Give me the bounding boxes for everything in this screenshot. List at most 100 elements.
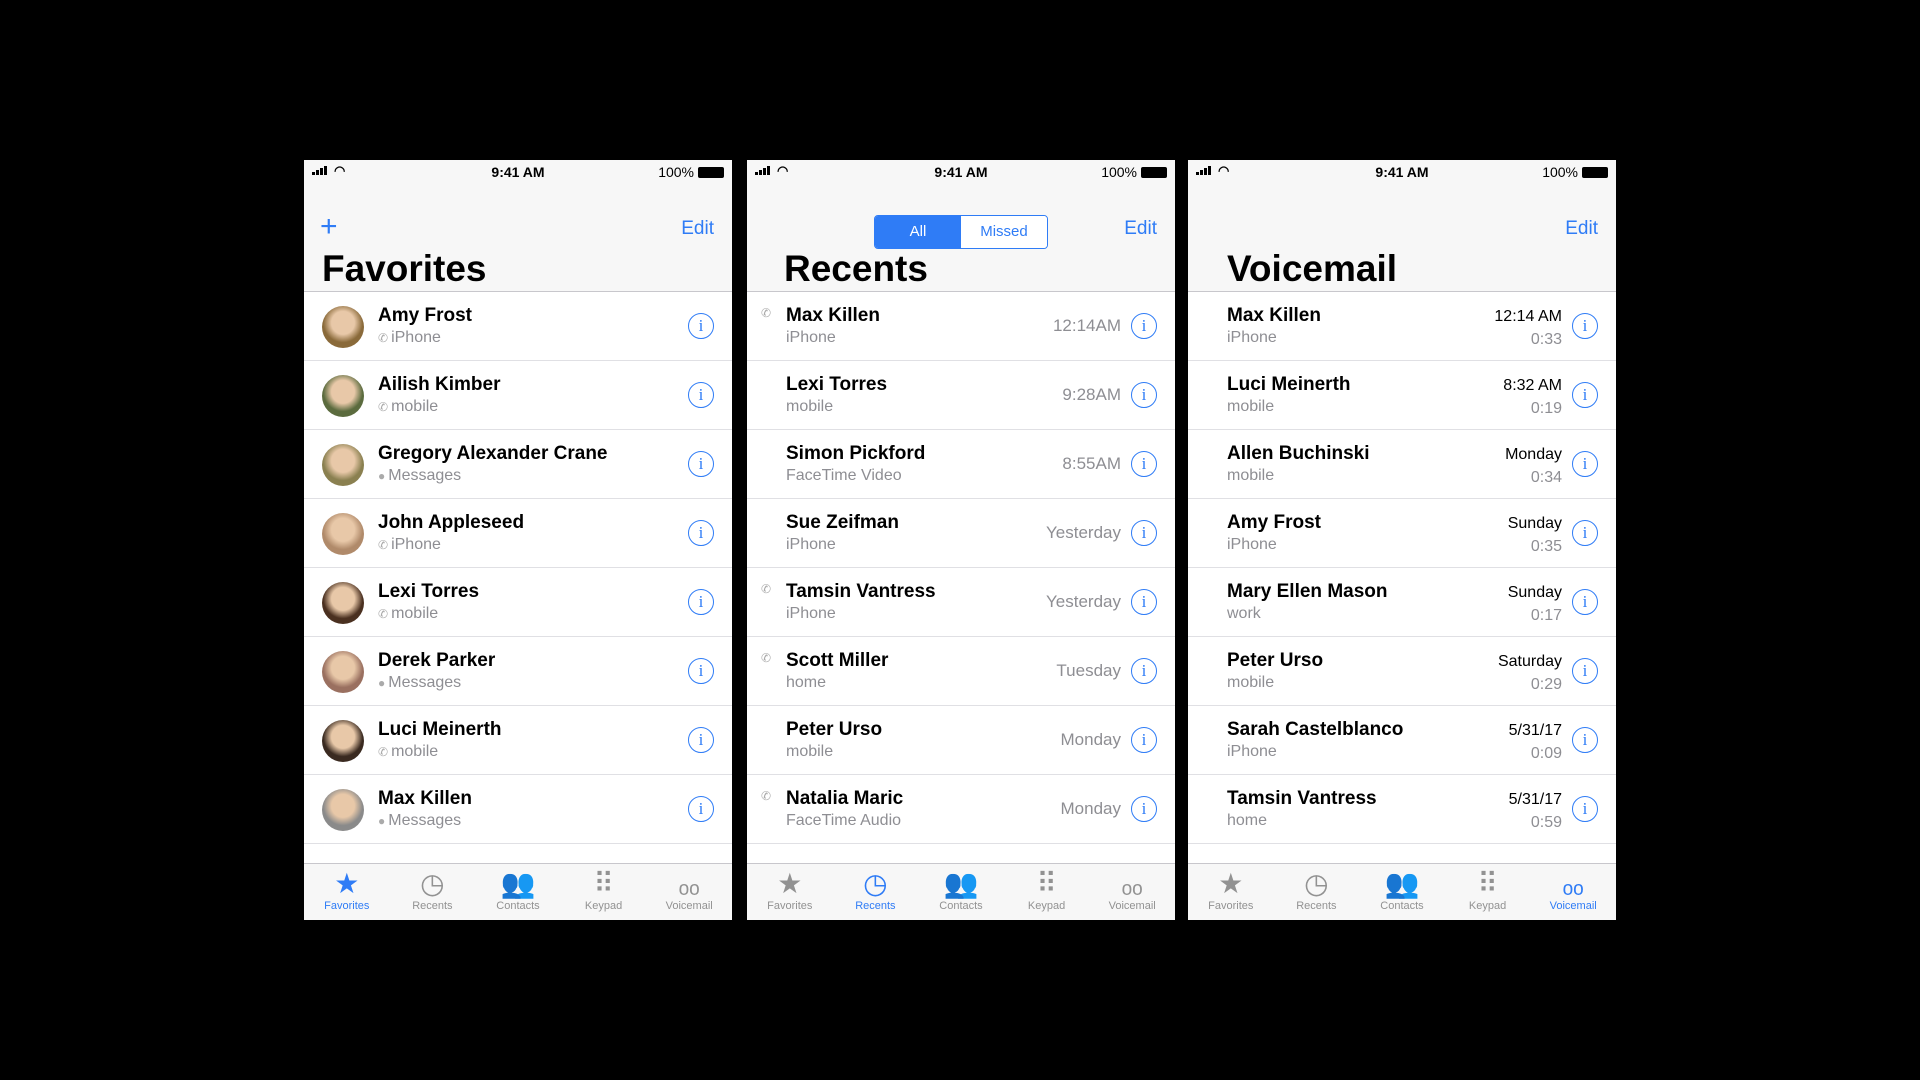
segment-all[interactable]: All xyxy=(875,216,961,248)
favorite-row[interactable]: Gregory Alexander Crane ● Messages i xyxy=(304,430,732,499)
segment-missed[interactable]: Missed xyxy=(961,216,1047,248)
info-button[interactable]: i xyxy=(688,796,714,822)
edit-button[interactable]: Edit xyxy=(681,218,714,240)
avatar xyxy=(322,306,364,348)
info-button[interactable]: i xyxy=(1572,382,1598,408)
info-button[interactable]: i xyxy=(1572,796,1598,822)
info-button[interactable]: i xyxy=(1572,313,1598,339)
status-bar: ◠ 9:41 AM 100% xyxy=(304,160,732,184)
info-button[interactable]: i xyxy=(1572,727,1598,753)
recent-call-row[interactable]: Sue Zeifman iPhone Yesterday i xyxy=(747,499,1175,568)
voicemail-date: 5/31/17 xyxy=(1508,791,1562,808)
voicemail-row[interactable]: Max Killen iPhone 12:14 AM 0:33 i xyxy=(1188,292,1616,361)
edit-button[interactable]: Edit xyxy=(1124,218,1157,240)
tab-keypad[interactable]: ⠿ Keypad xyxy=(1004,864,1090,920)
recent-call-row[interactable]: ✆ Tamsin Vantress iPhone Yesterday i xyxy=(747,568,1175,637)
voicemail-date: Sunday xyxy=(1507,515,1562,532)
info-button[interactable]: i xyxy=(688,313,714,339)
info-button[interactable]: i xyxy=(1572,451,1598,477)
add-favorite-button[interactable]: + xyxy=(320,212,338,242)
star-icon: ★ xyxy=(334,868,360,899)
caller-name: Sue Zeifman xyxy=(786,512,899,533)
nav-header: Edit Voicemail xyxy=(1188,184,1616,292)
caller-name: Simon Pickford xyxy=(786,443,926,464)
tab-contacts[interactable]: 👥 Contacts xyxy=(1359,864,1445,920)
contact-method: iPhone xyxy=(391,536,441,553)
call-type: FaceTime Audio xyxy=(786,812,902,829)
avatar xyxy=(322,651,364,693)
voicemail-row[interactable]: Sarah Castelblanco iPhone 5/31/17 0:09 i xyxy=(1188,706,1616,775)
voicemail-row[interactable]: Peter Urso mobile Saturday 0:29 i xyxy=(1188,637,1616,706)
info-button[interactable]: i xyxy=(688,589,714,615)
call-time: Tuesday xyxy=(1056,661,1121,680)
contact-method: mobile xyxy=(391,398,439,415)
avatar xyxy=(322,444,364,486)
tab-keypad[interactable]: ⠿ Keypad xyxy=(1445,864,1531,920)
info-button[interactable]: i xyxy=(1572,658,1598,684)
recent-call-row[interactable]: Lexi Torres mobile 9:28AM i xyxy=(747,361,1175,430)
recent-call-row[interactable]: Peter Urso mobile Monday i xyxy=(747,706,1175,775)
favorite-row[interactable]: Amy Frost ✆ iPhone i xyxy=(304,292,732,361)
info-button[interactable]: i xyxy=(1572,589,1598,615)
contact-method: mobile xyxy=(391,605,439,622)
info-button[interactable]: i xyxy=(1572,520,1598,546)
caller-name: Peter Urso xyxy=(786,719,883,740)
tab-voicemail[interactable]: ₒₒ Voicemail xyxy=(646,864,732,920)
recent-call-row[interactable]: ✆ Max Killen iPhone 12:14AM i xyxy=(747,292,1175,361)
favorite-row[interactable]: Derek Parker ● Messages i xyxy=(304,637,732,706)
tab-contacts[interactable]: 👥 Contacts xyxy=(475,864,561,920)
call-type: mobile xyxy=(786,743,834,760)
info-button[interactable]: i xyxy=(688,658,714,684)
nav-header: + Edit Favorites xyxy=(304,184,732,292)
favorite-row[interactable]: Lexi Torres ✆ mobile i xyxy=(304,568,732,637)
tab-contacts[interactable]: 👥 Contacts xyxy=(918,864,1004,920)
contact-method: Messages xyxy=(388,812,462,829)
tab-recents[interactable]: ◷ Recents xyxy=(833,864,919,920)
tab-bar: ★ Favorites ◷ Recents 👥 Contacts ⠿ Keypad ₒₒ Voic… xyxy=(304,863,732,920)
voicemail-row[interactable]: Luci Meinerth mobile 8:32 AM 0:19 i xyxy=(1188,361,1616,430)
voicemail-row[interactable]: Amy Frost iPhone Sunday 0:35 i xyxy=(1188,499,1616,568)
info-button[interactable]: i xyxy=(688,382,714,408)
contact-method: Messages xyxy=(388,467,462,484)
recent-call-row[interactable]: ✆ Natalia Maric FaceTime Audio Monday i xyxy=(747,775,1175,844)
info-button[interactable]: i xyxy=(1131,727,1157,753)
recent-call-row[interactable]: ✆ Scott Miller home Tuesday i xyxy=(747,637,1175,706)
info-button[interactable]: i xyxy=(688,520,714,546)
clock-icon: ◷ xyxy=(1304,868,1329,899)
recent-call-row[interactable]: Simon Pickford FaceTime Video 8:55AM i xyxy=(747,430,1175,499)
call-type: home xyxy=(786,674,827,691)
info-button[interactable]: i xyxy=(688,727,714,753)
caller-name: Max Killen xyxy=(1227,305,1321,326)
edit-button[interactable]: Edit xyxy=(1565,218,1598,240)
info-button[interactable]: i xyxy=(1131,520,1157,546)
tab-recents[interactable]: ◷ Recents xyxy=(390,864,476,920)
outgoing-call-icon: ✆ xyxy=(761,582,772,596)
voicemail-row[interactable]: Allen Buchinski mobile Monday 0:34 i xyxy=(1188,430,1616,499)
tab-voicemail[interactable]: ₒₒ Voicemail xyxy=(1530,864,1616,920)
voicemail-row[interactable]: Mary Ellen Mason work Sunday 0:17 i xyxy=(1188,568,1616,637)
tab-favorites[interactable]: ★ Favorites xyxy=(304,864,390,920)
voicemail-duration: 0:59 xyxy=(1530,814,1562,831)
info-button[interactable]: i xyxy=(1131,382,1157,408)
info-button[interactable]: i xyxy=(688,451,714,477)
call-time: Yesterday xyxy=(1046,523,1121,542)
voicemail-duration: 0:35 xyxy=(1530,538,1562,555)
favorite-row[interactable]: Ailish Kimber ✆ mobile i xyxy=(304,361,732,430)
battery-icon xyxy=(698,166,724,178)
info-button[interactable]: i xyxy=(1131,313,1157,339)
favorite-row[interactable]: John Appleseed ✆ iPhone i xyxy=(304,499,732,568)
tab-favorites[interactable]: ★ Favorites xyxy=(747,864,833,920)
tab-favorites[interactable]: ★ Favorites xyxy=(1188,864,1274,920)
favorite-row[interactable]: Luci Meinerth ✆ mobile i xyxy=(304,706,732,775)
info-button[interactable]: i xyxy=(1131,589,1157,615)
favorite-row[interactable]: Max Killen ● Messages i xyxy=(304,775,732,844)
tab-voicemail[interactable]: ₒₒ Voicemail xyxy=(1089,864,1175,920)
tab-keypad[interactable]: ⠿ Keypad xyxy=(561,864,647,920)
tab-recents[interactable]: ◷ Recents xyxy=(1274,864,1360,920)
voicemail-duration: 0:33 xyxy=(1530,331,1562,348)
voicemail-row[interactable]: Tamsin Vantress home 5/31/17 0:59 i xyxy=(1188,775,1616,844)
info-button[interactable]: i xyxy=(1131,658,1157,684)
info-button[interactable]: i xyxy=(1131,796,1157,822)
message-icon: ● xyxy=(378,676,386,690)
info-button[interactable]: i xyxy=(1131,451,1157,477)
